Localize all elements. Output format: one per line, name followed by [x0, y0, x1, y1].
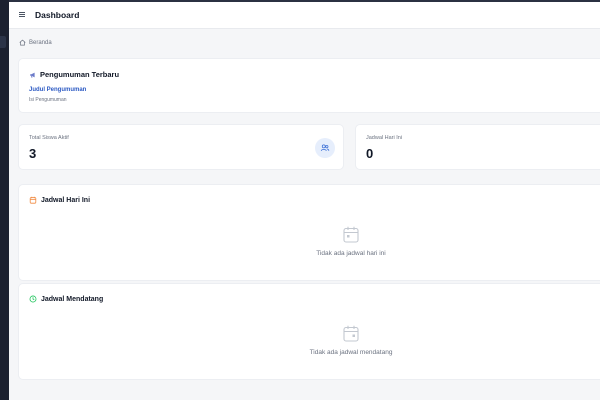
calendar-icon — [29, 196, 37, 204]
calendar-empty-icon — [343, 226, 359, 243]
hamburger-icon[interactable] — [18, 10, 28, 20]
users-icon — [315, 138, 335, 158]
today-schedule-header: Jadwal Hari Ini — [29, 196, 90, 204]
announcement-title: Pengumuman Terbaru — [40, 70, 120, 79]
announcement-card: Pengumuman Terbaru Judul Pengumuman Isi … — [18, 58, 600, 113]
upcoming-schedule-title: Jadwal Mendatang — [41, 295, 104, 303]
stat-label: Total Siswa Aktif — [29, 135, 69, 141]
megaphone-icon — [30, 72, 35, 78]
page-title: Dashboard — [35, 10, 80, 20]
app-main: Dashboard Beranda Pengumuman Terbaru Jud… — [9, 2, 600, 400]
stat-card-students: Total Siswa Aktif 3 — [18, 124, 344, 170]
stat-label: Jadwal Hari Ini — [366, 135, 403, 141]
stat-value: 3 — [29, 146, 37, 161]
clock-icon — [29, 295, 37, 303]
home-icon[interactable] — [19, 39, 26, 46]
announcement-header: Pengumuman Terbaru — [29, 70, 119, 79]
top-header: Dashboard — [9, 2, 600, 29]
breadcrumb-home-link[interactable]: Beranda — [29, 40, 52, 46]
stat-value: 0 — [366, 146, 374, 161]
announcement-item-body: Isi Pengumuman — [29, 97, 67, 103]
upcoming-schedule-empty-text: Tidak ada jadwal mendatang — [309, 349, 393, 356]
calendar-empty-icon — [343, 325, 359, 342]
stat-card-schedule: Jadwal Hari Ini 0 — [355, 124, 600, 170]
upcoming-schedule-panel: Jadwal Mendatang Tidak ada jadwal mendat… — [18, 283, 600, 380]
today-schedule-panel: Jadwal Hari Ini Tidak ada jadwal hari in… — [18, 184, 600, 281]
upcoming-schedule-header: Jadwal Mendatang — [29, 295, 103, 303]
today-schedule-empty-text: Tidak ada jadwal hari ini — [316, 250, 386, 257]
sidebar-marker — [0, 36, 6, 48]
sidebar-collapsed — [0, 0, 9, 400]
breadcrumb: Beranda — [19, 39, 52, 46]
announcement-item-title[interactable]: Judul Pengumuman — [29, 87, 86, 93]
today-schedule-title: Jadwal Hari Ini — [41, 196, 91, 204]
